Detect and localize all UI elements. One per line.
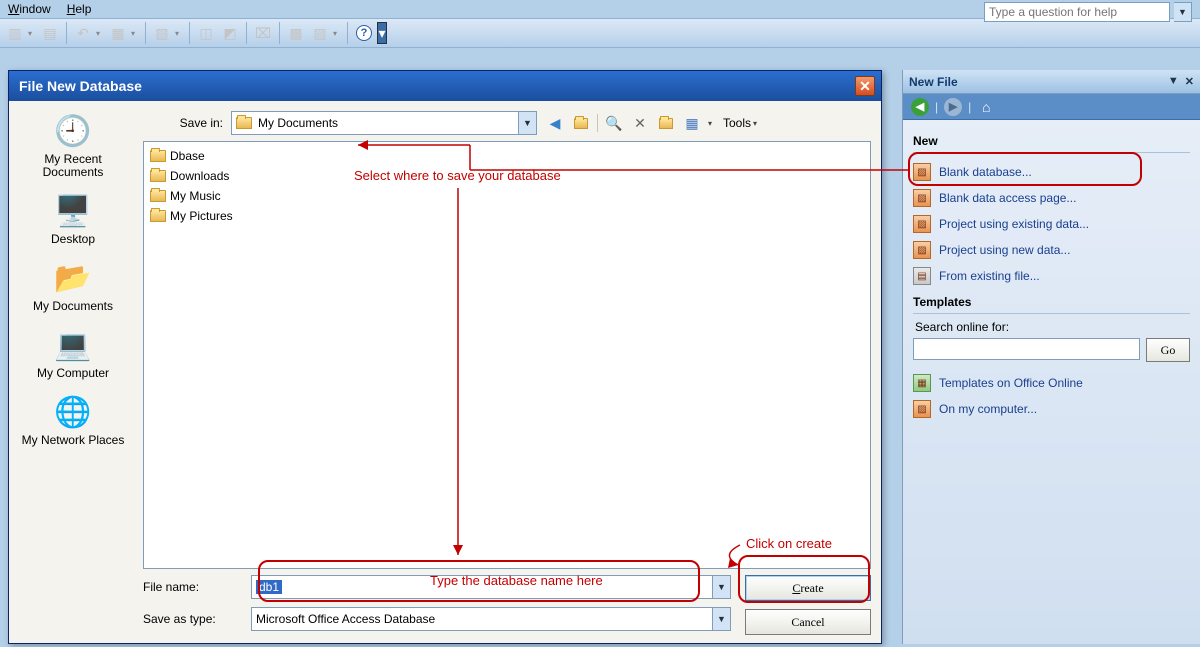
link-blank-database[interactable]: ▨Blank database... <box>913 159 1190 185</box>
file-new-database-dialog: File New Database ✕ 🕘 My Recent Document… <box>8 70 882 644</box>
db-icon: ▨ <box>913 163 931 181</box>
toolbar-icon[interactable]: ▨ <box>309 22 331 44</box>
folder-item[interactable]: Downloads <box>150 166 864 186</box>
folder-icon <box>150 210 166 222</box>
home-icon[interactable]: ⌂ <box>977 98 995 116</box>
place-recent[interactable]: 🕘 My Recent Documents <box>17 107 129 181</box>
taskpane-nav: ◀ | ▶ | ⌂ <box>903 94 1200 120</box>
folder-icon <box>150 190 166 202</box>
place-desktop[interactable]: 🖥️ Desktop <box>17 187 129 248</box>
toolbar-overflow[interactable]: ▾ <box>377 22 387 44</box>
recent-icon: 🕘 <box>51 111 95 151</box>
toolbar-icon[interactable]: ▥ <box>4 22 26 44</box>
place-network[interactable]: 🌐 My Network Places <box>17 388 129 449</box>
save-as-type-value: Microsoft Office Access Database <box>256 612 435 626</box>
section-templates: Templates <box>913 295 1190 309</box>
toolbar-icon[interactable]: ▧ <box>151 22 173 44</box>
main-toolbar: ▥▾ ▤ ↶▾ ▦▾ ▧▾ ◫ ◩ ⌧ ▩ ▨▾ ? ▾ <box>0 18 1200 48</box>
template-search-input[interactable] <box>913 338 1140 360</box>
dialog-titlebar: File New Database ✕ <box>9 71 881 101</box>
menu-help[interactable]: Help <box>67 2 92 16</box>
file-name-label: File name: <box>143 580 243 594</box>
up-icon[interactable] <box>571 113 591 133</box>
link-project-existing[interactable]: ▨Project using existing data... <box>913 211 1190 237</box>
toolbar-icon[interactable]: ⌧ <box>252 22 274 44</box>
toolbar-icon[interactable]: ◫ <box>195 22 217 44</box>
file-icon: ▤ <box>913 267 931 285</box>
create-button[interactable]: Create <box>745 575 871 601</box>
help-icon[interactable]: ? <box>353 22 375 44</box>
menu-window[interactable]: WWindowindow <box>8 2 51 16</box>
taskpane-menu-icon[interactable]: ▼ <box>1168 75 1179 88</box>
folder-icon <box>150 150 166 162</box>
link-blank-dap[interactable]: ▨Blank data access page... <box>913 185 1190 211</box>
folder-item[interactable]: My Pictures <box>150 206 864 226</box>
help-input[interactable] <box>984 2 1170 22</box>
computer-icon: ▨ <box>913 400 931 418</box>
delete-icon[interactable]: ✕ <box>630 113 650 133</box>
toolbar-icon[interactable]: ▦ <box>107 22 129 44</box>
page-icon: ▨ <box>913 189 931 207</box>
link-project-new[interactable]: ▨Project using new data... <box>913 237 1190 263</box>
chevron-down-icon[interactable]: ▼ <box>712 576 730 598</box>
folder-item[interactable]: Dbase <box>150 146 864 166</box>
office-online-icon: ▦ <box>913 374 931 392</box>
link-on-computer[interactable]: ▨On my computer... <box>913 396 1190 422</box>
search-label: Search online for: <box>915 320 1190 334</box>
taskpane-title: New File ▼ ✕ <box>903 70 1200 94</box>
save-in-dropdown[interactable]: My Documents ▼ <box>231 111 537 135</box>
back-icon[interactable]: ◀ <box>911 98 929 116</box>
cancel-button[interactable]: Cancel <box>745 609 871 635</box>
desktop-icon: 🖥️ <box>51 191 95 231</box>
db-icon: ▨ <box>913 215 931 233</box>
back-icon[interactable]: ◀ <box>545 113 565 133</box>
network-icon: 🌐 <box>51 392 95 432</box>
file-list[interactable]: Dbase Downloads My Music My Pictures <box>143 141 871 569</box>
folder-item[interactable]: My Music <box>150 186 864 206</box>
db-icon: ▨ <box>913 241 931 259</box>
file-name-value: db1 <box>256 580 282 594</box>
computer-icon: 💻 <box>51 325 95 365</box>
link-office-online[interactable]: ▦Templates on Office Online <box>913 370 1190 396</box>
new-file-taskpane: New File ▼ ✕ ◀ | ▶ | ⌂ New ▨Blank databa… <box>902 70 1200 644</box>
forward-icon[interactable]: ▶ <box>944 98 962 116</box>
save-in-value: My Documents <box>258 116 338 130</box>
places-bar: 🕘 My Recent Documents 🖥️ Desktop 📂 My Do… <box>9 101 137 643</box>
chevron-down-icon[interactable]: ▼ <box>712 608 730 630</box>
toolbar-icon[interactable]: ▤ <box>39 22 61 44</box>
place-my-documents[interactable]: 📂 My Documents <box>17 254 129 315</box>
toolbar-icon[interactable]: ▩ <box>285 22 307 44</box>
folder-icon <box>236 117 252 129</box>
place-my-computer[interactable]: 💻 My Computer <box>17 321 129 382</box>
taskpane-close-icon[interactable]: ✕ <box>1185 75 1194 88</box>
help-dropdown[interactable]: ▼ <box>1174 2 1192 22</box>
file-name-input[interactable]: db1 ▼ <box>251 575 731 599</box>
folder-icon <box>150 170 166 182</box>
search-icon[interactable]: 🔍 <box>604 113 624 133</box>
dialog-title: File New Database <box>19 78 142 94</box>
link-from-existing[interactable]: ▤From existing file... <box>913 263 1190 289</box>
chevron-down-icon[interactable]: ▼ <box>518 112 536 134</box>
documents-icon: 📂 <box>51 258 95 298</box>
save-in-label: Save in: <box>143 116 223 130</box>
save-as-type-dropdown[interactable]: Microsoft Office Access Database ▼ <box>251 607 731 631</box>
save-as-type-label: Save as type: <box>143 612 243 626</box>
close-icon[interactable]: ✕ <box>855 76 875 96</box>
tools-menu[interactable]: Tools▾ <box>723 116 762 130</box>
toolbar-icon[interactable]: ◩ <box>219 22 241 44</box>
section-new: New <box>913 134 1190 148</box>
views-icon[interactable]: ▦ <box>682 113 702 133</box>
help-question-box: ▼ <box>984 2 1192 22</box>
new-folder-icon[interactable] <box>656 113 676 133</box>
go-button[interactable]: Go <box>1146 338 1190 362</box>
undo-icon[interactable]: ↶ <box>72 22 94 44</box>
